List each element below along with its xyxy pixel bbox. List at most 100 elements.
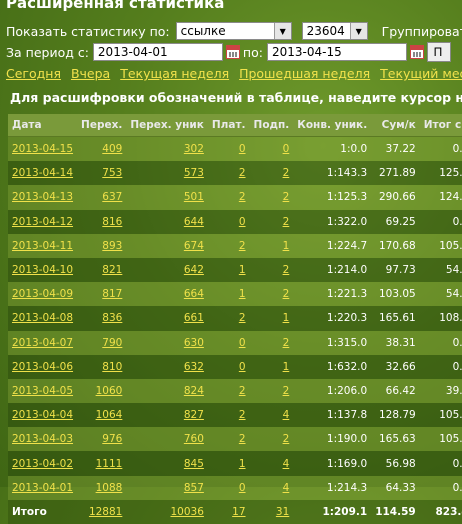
table-cell-link[interactable]: 857	[184, 482, 204, 494]
table-cell-link[interactable]: 661	[184, 312, 204, 324]
calendar-icon[interactable]	[410, 45, 424, 59]
total-cell-link[interactable]: 31	[276, 506, 289, 518]
table-cell-link[interactable]: 0	[239, 143, 246, 155]
table-cell-link[interactable]: 893	[102, 240, 122, 252]
table-cell-link[interactable]: 2	[283, 288, 290, 300]
table-cell-link[interactable]: 0	[239, 216, 246, 228]
table-cell-link[interactable]: 2	[239, 167, 246, 179]
table-cell-link[interactable]: 2013-04-05	[12, 385, 73, 397]
table-cell: 0	[208, 137, 250, 162]
table-cell: 976	[77, 427, 126, 451]
table-cell-link[interactable]: 2	[283, 191, 290, 203]
table-cell-link[interactable]: 4	[283, 482, 290, 494]
table-cell-link[interactable]: 2013-04-11	[12, 240, 73, 252]
table-cell-link[interactable]: 760	[184, 433, 204, 445]
table-cell-link[interactable]: 4	[283, 458, 290, 470]
chevron-down-icon[interactable]: ▼	[274, 23, 291, 39]
chevron-down-icon[interactable]: ▼	[350, 23, 367, 39]
table-cell-link[interactable]: 0	[283, 143, 290, 155]
table-cell-link[interactable]: 1	[239, 288, 246, 300]
table-cell-link[interactable]: 2013-04-15	[12, 143, 73, 155]
table-cell-link[interactable]: 2	[239, 191, 246, 203]
show-button[interactable]: П	[427, 42, 451, 62]
table-cell: 2013-04-10	[8, 258, 77, 282]
table-cell-link[interactable]: 664	[184, 288, 204, 300]
link-current-month[interactable]: Текущий месяц	[380, 66, 462, 81]
link-current-week[interactable]: Текущая неделя	[120, 66, 229, 81]
table-cell-link[interactable]: 573	[184, 167, 204, 179]
table-cell-link[interactable]: 2	[283, 264, 290, 276]
table-cell-link[interactable]: 836	[102, 312, 122, 324]
table-cell-link[interactable]: 2	[283, 385, 290, 397]
table-cell-link[interactable]: 4	[283, 409, 290, 421]
total-cell-link[interactable]: 12881	[89, 506, 122, 518]
table-cell-link[interactable]: 845	[184, 458, 204, 470]
table-cell-link[interactable]: 644	[184, 216, 204, 228]
table-cell-link[interactable]: 2013-04-02	[12, 458, 73, 470]
calendar-icon[interactable]	[226, 45, 240, 59]
link-today[interactable]: Сегодня	[6, 66, 61, 81]
total-cell-link[interactable]: 10036	[170, 506, 203, 518]
table-cell-link[interactable]: 1064	[96, 409, 123, 421]
link-yesterday[interactable]: Вчера	[71, 66, 110, 81]
table-cell-link[interactable]: 0	[239, 361, 246, 373]
table-cell-link[interactable]: 2013-04-10	[12, 264, 73, 276]
stats-type-select[interactable]: ссылке ▼	[176, 22, 292, 40]
date-to-input[interactable]	[267, 43, 407, 61]
table-cell-link[interactable]: 302	[184, 143, 204, 155]
link-last-week[interactable]: Прошедшая неделя	[239, 66, 370, 81]
table-cell-link[interactable]: 753	[102, 167, 122, 179]
table-cell-link[interactable]: 1088	[96, 482, 123, 494]
table-row: 2013-04-021111845141:169.056.980.00	[8, 451, 462, 475]
table-cell-link[interactable]: 1	[283, 240, 290, 252]
table-cell-link[interactable]: 976	[102, 433, 122, 445]
table-cell-link[interactable]: 2	[283, 167, 290, 179]
table-cell-link[interactable]: 2	[283, 216, 290, 228]
table-cell-link[interactable]: 0	[239, 482, 246, 494]
table-cell-link[interactable]: 2013-04-01	[12, 482, 73, 494]
table-cell-link[interactable]: 2013-04-14	[12, 167, 73, 179]
table-cell-link[interactable]: 1111	[96, 458, 123, 470]
table-cell-link[interactable]: 2	[283, 337, 290, 349]
table-cell-link[interactable]: 824	[184, 385, 204, 397]
table-cell-link[interactable]: 2013-04-04	[12, 409, 73, 421]
table-cell: 827	[126, 403, 208, 427]
table-cell-link[interactable]: 2013-04-08	[12, 312, 73, 324]
table-cell-link[interactable]: 637	[102, 191, 122, 203]
table-cell-link[interactable]: 2013-04-13	[12, 191, 73, 203]
table-cell-link[interactable]: 817	[102, 288, 122, 300]
table-cell-link[interactable]: 827	[184, 409, 204, 421]
table-cell: 573	[126, 161, 208, 185]
table-cell-link[interactable]: 501	[184, 191, 204, 203]
table-cell-link[interactable]: 2013-04-09	[12, 288, 73, 300]
table-cell-link[interactable]: 642	[184, 264, 204, 276]
table-cell-link[interactable]: 1	[283, 361, 290, 373]
table-cell-link[interactable]: 1	[283, 312, 290, 324]
table-cell-link[interactable]: 2	[239, 312, 246, 324]
table-cell-link[interactable]: 1	[239, 264, 246, 276]
table-cell-link[interactable]: 2	[239, 433, 246, 445]
table-cell-link[interactable]: 2013-04-06	[12, 361, 73, 373]
link-id-select[interactable]: 23604 ▼	[302, 22, 368, 40]
table-cell-link[interactable]: 0	[239, 337, 246, 349]
table-cell-link[interactable]: 2013-04-03	[12, 433, 73, 445]
table-cell-link[interactable]: 1	[239, 458, 246, 470]
table-cell-link[interactable]: 810	[102, 361, 122, 373]
table-row: 2013-04-13637501221:125.3290.66124.33	[8, 185, 462, 209]
total-cell-link[interactable]: 17	[232, 506, 245, 518]
table-cell-link[interactable]: 2	[239, 409, 246, 421]
table-cell-link[interactable]: 821	[102, 264, 122, 276]
table-cell-link[interactable]: 409	[102, 143, 122, 155]
table-cell-link[interactable]: 2	[239, 240, 246, 252]
table-cell-link[interactable]: 2013-04-07	[12, 337, 73, 349]
table-cell-link[interactable]: 1060	[96, 385, 123, 397]
date-from-input[interactable]	[93, 43, 223, 61]
table-cell-link[interactable]: 790	[102, 337, 122, 349]
table-cell-link[interactable]: 2	[239, 385, 246, 397]
table-cell-link[interactable]: 630	[184, 337, 204, 349]
table-cell-link[interactable]: 674	[184, 240, 204, 252]
table-cell-link[interactable]: 2	[283, 433, 290, 445]
table-cell-link[interactable]: 632	[184, 361, 204, 373]
table-cell-link[interactable]: 816	[102, 216, 122, 228]
table-cell-link[interactable]: 2013-04-12	[12, 216, 73, 228]
